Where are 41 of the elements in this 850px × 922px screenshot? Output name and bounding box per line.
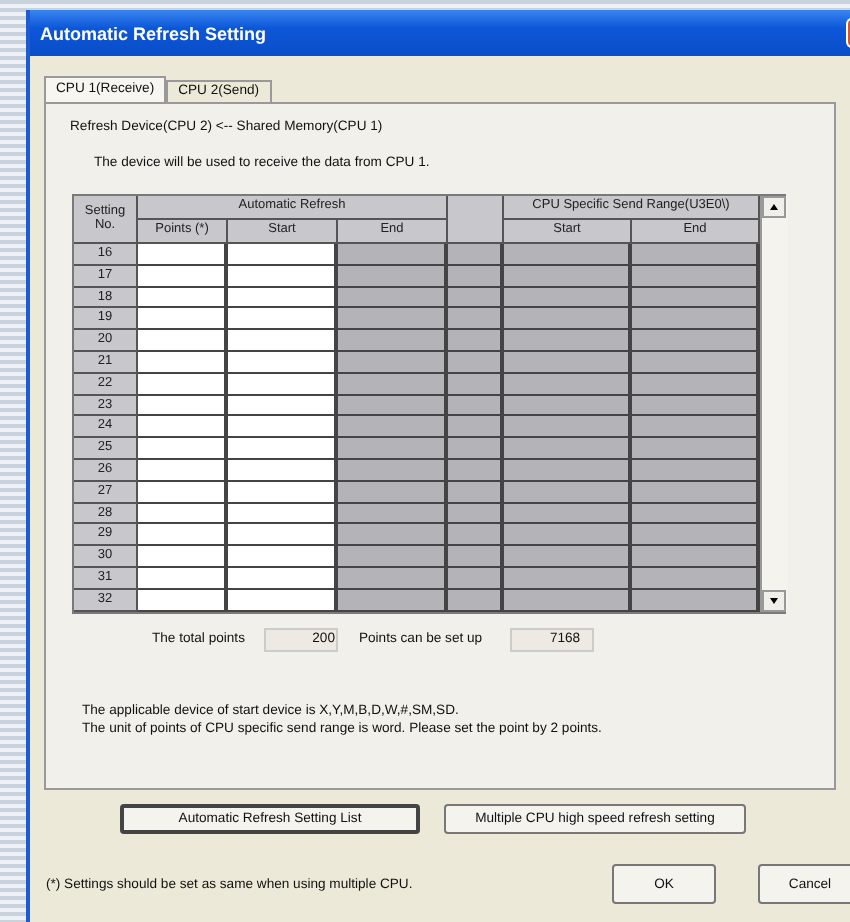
input-cell[interactable] <box>228 308 338 331</box>
input-cell[interactable] <box>138 567 228 590</box>
input-cell[interactable] <box>228 265 338 288</box>
input-cell[interactable] <box>138 546 228 568</box>
input-cell[interactable] <box>228 459 338 482</box>
input-cell[interactable] <box>138 438 228 460</box>
input-cell[interactable] <box>228 395 338 417</box>
scroll-up-button[interactable] <box>762 196 786 218</box>
input-cell[interactable] <box>228 503 338 525</box>
input-cell[interactable] <box>138 503 228 525</box>
input-cell[interactable] <box>138 373 228 396</box>
input-cell[interactable] <box>228 416 338 439</box>
input-cell[interactable] <box>228 438 338 460</box>
input-cell[interactable] <box>228 567 338 590</box>
input-cell[interactable] <box>138 524 228 547</box>
input-cell[interactable] <box>138 395 228 417</box>
input-cell[interactable] <box>228 481 338 504</box>
input-cell[interactable] <box>138 287 228 309</box>
input-cell[interactable] <box>138 330 228 352</box>
window-title: Automatic Refresh Setting <box>40 23 267 43</box>
input-cell[interactable] <box>228 524 338 547</box>
column-header <box>448 196 504 244</box>
input-cell[interactable] <box>228 330 338 352</box>
input-cell[interactable] <box>138 244 228 266</box>
input-cell[interactable] <box>228 546 338 568</box>
input-cell[interactable] <box>138 589 228 612</box>
input-cell[interactable] <box>138 265 228 288</box>
input-cell[interactable] <box>138 416 228 439</box>
input-cell[interactable] <box>138 481 228 504</box>
scrollbar[interactable] <box>760 196 788 612</box>
input-cell[interactable] <box>138 459 228 482</box>
input-cell[interactable] <box>228 244 338 266</box>
input-cell[interactable] <box>138 351 228 374</box>
input-cell[interactable] <box>228 589 338 612</box>
scroll-down-button[interactable] <box>762 589 786 612</box>
input-cell[interactable] <box>228 373 338 396</box>
down-arrow-icon <box>770 597 778 604</box>
input-cell[interactable] <box>138 308 228 331</box>
input-cell[interactable] <box>228 287 338 309</box>
up-arrow-icon <box>770 204 778 210</box>
input-cell[interactable] <box>228 351 338 374</box>
